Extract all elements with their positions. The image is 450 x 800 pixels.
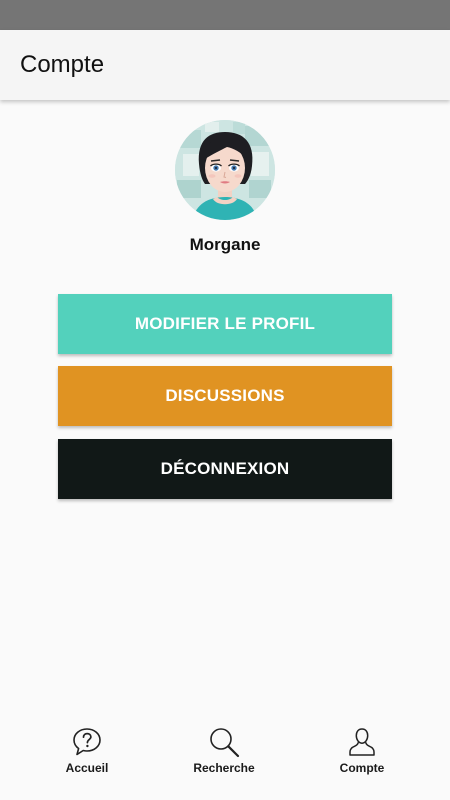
nav-label-accueil: Accueil: [65, 761, 109, 775]
profile-name: Morgane: [189, 235, 261, 254]
status-bar: [0, 0, 450, 30]
discussions-button[interactable]: DISCUSSIONS: [58, 366, 392, 426]
app-bar: Compte: [0, 30, 450, 100]
search-icon: [210, 728, 240, 758]
speech-bubble-question-icon: [73, 728, 101, 756]
user-avatar-portrait: [175, 120, 275, 220]
nav-item-compte[interactable]: Compte: [302, 720, 422, 790]
edit-profile-button[interactable]: MODIFIER LE PROFIL: [58, 294, 392, 354]
logout-button[interactable]: DÉCONNEXION: [58, 439, 392, 499]
user-icon: [349, 728, 375, 756]
nav-label-recherche: Recherche: [193, 761, 255, 775]
nav-item-accueil[interactable]: Accueil: [27, 720, 147, 790]
avatar: [175, 120, 275, 220]
page-title: Compte: [20, 51, 105, 78]
bottom-navigation: Accueil Recherche Compte: [0, 720, 450, 800]
nav-item-recherche[interactable]: Recherche: [164, 720, 284, 790]
nav-label-compte: Compte: [339, 761, 385, 775]
